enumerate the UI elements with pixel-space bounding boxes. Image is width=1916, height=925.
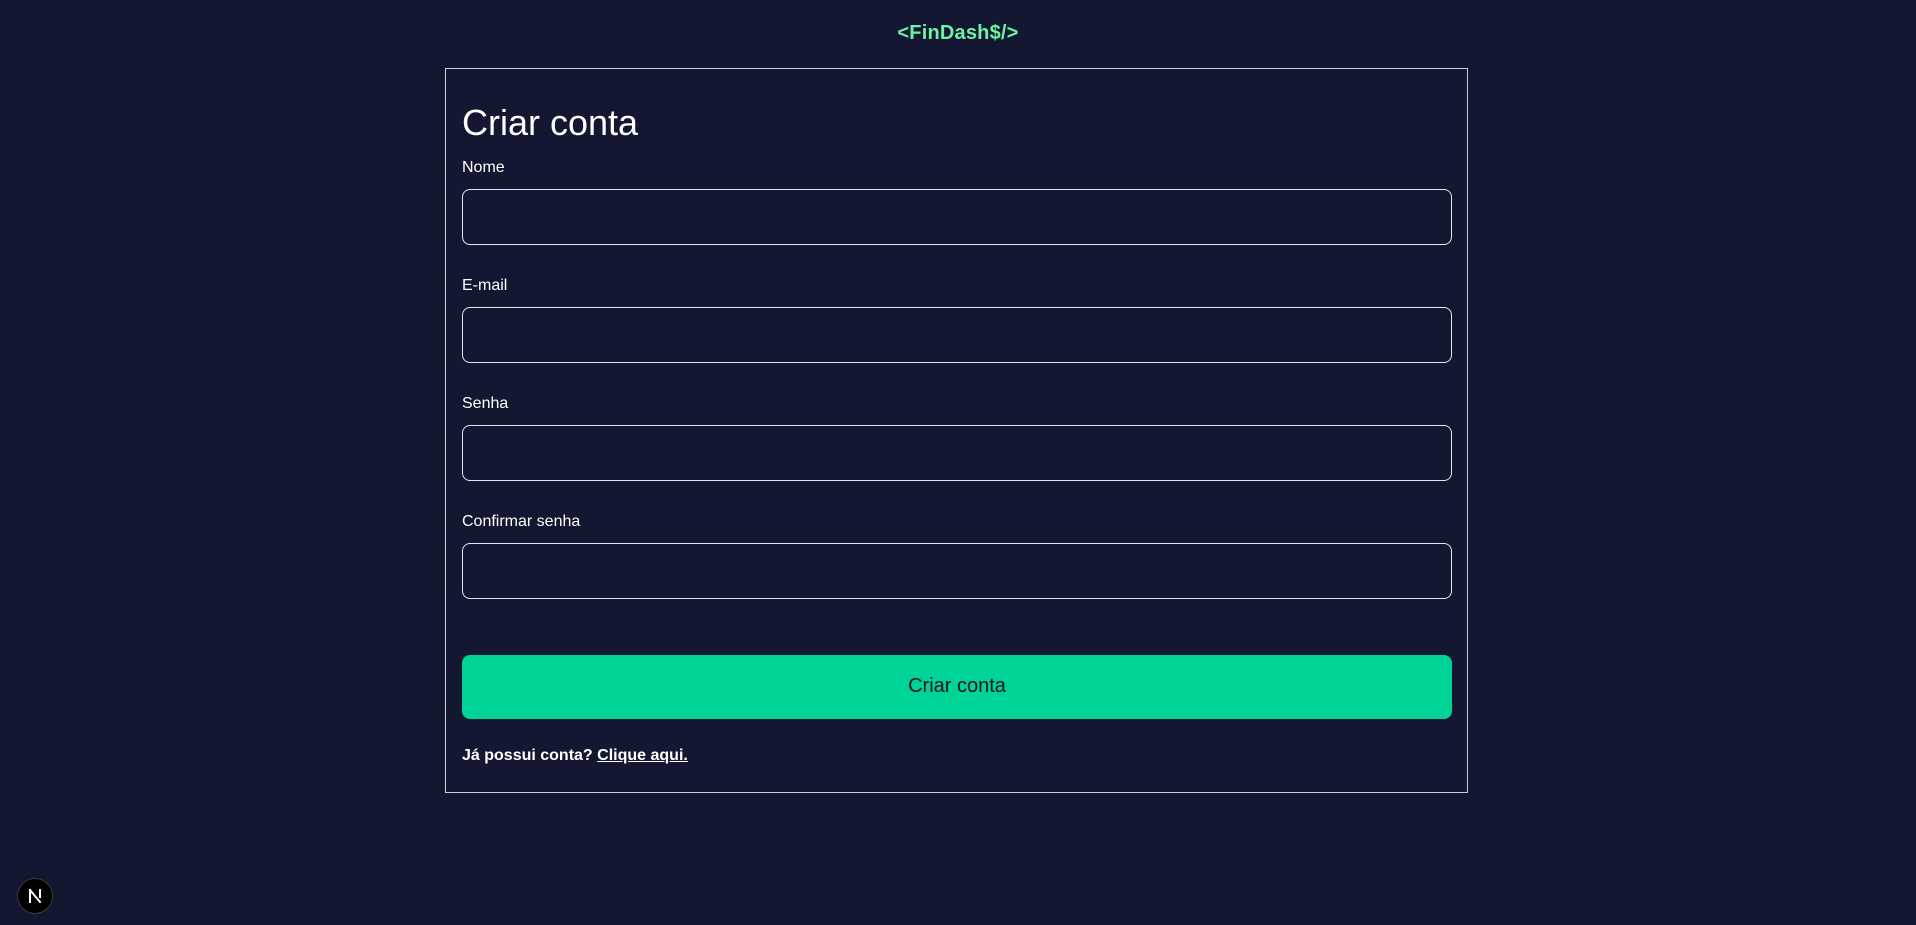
name-field-group: Nome (462, 158, 1452, 245)
login-prompt: Já possui conta? Clique aqui. (462, 747, 1451, 765)
login-link[interactable]: Clique aqui. (597, 747, 688, 764)
email-field-group: E-mail (462, 276, 1452, 363)
nextjs-logo-glyph (28, 888, 42, 904)
password-label: Senha (462, 394, 509, 412)
password-input[interactable] (462, 424, 1452, 481)
login-prompt-text: Já possui conta? (462, 746, 593, 764)
name-label: Nome (462, 158, 505, 176)
nextjs-icon[interactable] (17, 878, 53, 914)
email-input[interactable] (462, 306, 1452, 363)
page: <FinDash$/> Criar conta Nome E-mail Senh… (0, 0, 1916, 925)
confirm-password-field-group: Confirmar senha (462, 512, 1452, 599)
confirm-password-input[interactable] (462, 542, 1452, 599)
email-label: E-mail (462, 276, 508, 294)
brand-logo: <FinDash$/> (897, 22, 1019, 44)
signup-card: Criar conta Nome E-mail Senha Confirmar … (445, 68, 1468, 793)
confirm-password-label: Confirmar senha (462, 512, 581, 530)
name-input[interactable] (462, 188, 1452, 245)
password-field-group: Senha (462, 394, 1452, 481)
page-title: Criar conta (462, 102, 639, 143)
create-account-button[interactable]: Criar conta (462, 654, 1452, 719)
